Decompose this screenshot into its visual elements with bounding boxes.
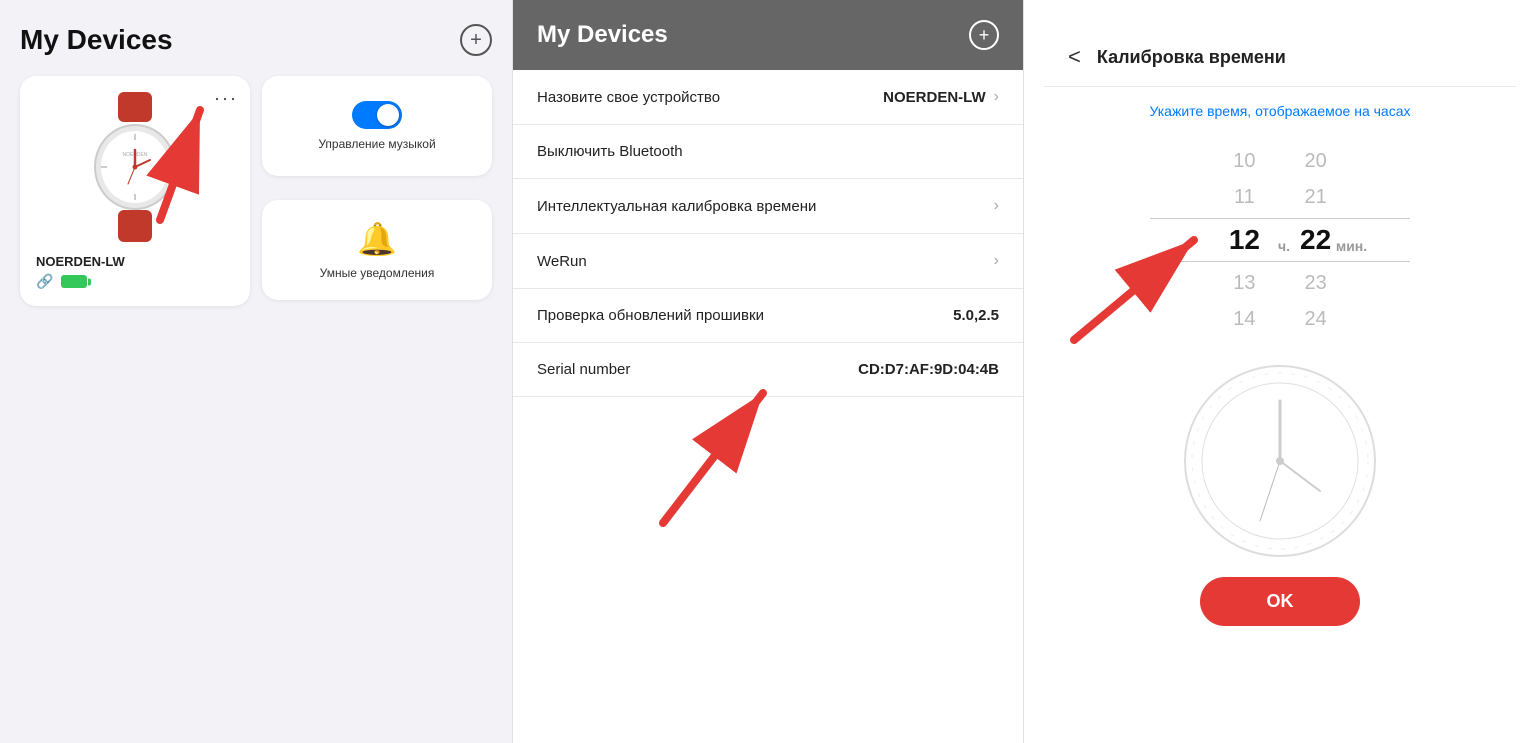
hour-10: 10: [1233, 143, 1255, 179]
music-toggle[interactable]: [352, 101, 402, 129]
minute-23: 23: [1304, 265, 1326, 301]
minute-22-selected: 22 мин.: [1300, 215, 1331, 265]
clock-face-svg: [1180, 361, 1380, 561]
panel-my-devices-1: My Devices + ···: [0, 0, 512, 743]
devices-grid: ··· NOERDEN: [20, 76, 492, 306]
panel3-header: < Калибровка времени: [1044, 24, 1516, 87]
menu-label-device-name: Назовите свое устройство: [537, 89, 720, 106]
menu-right-device-name: NOERDEN-LW ›: [883, 88, 999, 106]
bell-icon: 🔔: [357, 220, 397, 258]
minute-label: мин.: [1336, 234, 1367, 259]
dots-menu-button[interactable]: ···: [214, 88, 238, 109]
device-status: 🔗: [36, 273, 87, 290]
minute-21: 21: [1304, 179, 1326, 215]
minute-24: 24: [1304, 301, 1326, 337]
time-calibration-subtitle: Укажите время, отображаемое на часах: [1044, 87, 1516, 127]
panel2-title: My Devices: [537, 21, 668, 49]
hour-13: 13: [1233, 265, 1255, 301]
clock-face-container: [1044, 361, 1516, 561]
menu-label-time-calibration: Интеллектуальная калибровка времени: [537, 198, 816, 215]
menu-item-bluetooth[interactable]: Выключить Bluetooth: [513, 125, 1023, 179]
minute-20: 20: [1304, 143, 1326, 179]
menu-label-firmware: Проверка обновлений прошивки: [537, 307, 764, 324]
hour-12-selected: 12 ч.: [1229, 215, 1260, 265]
watch-illustration: NOERDEN: [36, 92, 234, 242]
chevron-icon-device-name: ›: [994, 88, 999, 106]
panel2-header: My Devices +: [513, 0, 1023, 70]
device-card-main[interactable]: ··· NOERDEN: [20, 76, 250, 306]
time-picker: 10 11 12 ч. 13 14 20 21 22 мин. 23 24: [1044, 135, 1516, 345]
battery-indicator: [61, 275, 87, 288]
back-button[interactable]: <: [1068, 44, 1081, 70]
panel2-add-button[interactable]: +: [969, 20, 999, 50]
menu-value-serial: CD:D7:AF:9D:04:4B: [858, 361, 999, 378]
panel-time-calibration: < Калибровка времени Укажите время, отоб…: [1024, 0, 1536, 743]
menu-item-time-calibration[interactable]: Интеллектуальная калибровка времени ›: [513, 179, 1023, 234]
link-icon: 🔗: [36, 273, 53, 290]
hours-column[interactable]: 10 11 12 ч. 13 14: [1229, 143, 1260, 337]
panel1-header: My Devices +: [20, 24, 492, 56]
ok-button[interactable]: OK: [1200, 577, 1360, 626]
chevron-icon-time-calibration: ›: [994, 197, 999, 215]
device-name-label: NOERDEN-LW: [36, 254, 125, 269]
menu-label-bluetooth: Выключить Bluetooth: [537, 143, 683, 160]
feature-cards: Управление музыкой 🔔 Умные уведомления: [262, 76, 492, 306]
hour-14: 14: [1233, 301, 1255, 337]
menu-label-serial: Serial number: [537, 361, 630, 378]
menu-item-device-name[interactable]: Назовите свое устройство NOERDEN-LW ›: [513, 70, 1023, 125]
add-device-button[interactable]: +: [460, 24, 492, 56]
panel1-title: My Devices: [20, 24, 173, 56]
menu-item-firmware[interactable]: Проверка обновлений прошивки 5.0,2.5: [513, 289, 1023, 343]
notifications-label: Умные уведомления: [320, 266, 435, 280]
music-control-card[interactable]: Управление музыкой: [262, 76, 492, 176]
menu-item-serial[interactable]: Serial number CD:D7:AF:9D:04:4B: [513, 343, 1023, 397]
music-label: Управление музыкой: [318, 137, 435, 151]
hour-label: ч.: [1278, 234, 1290, 259]
hour-11: 11: [1234, 179, 1255, 215]
menu-value-firmware: 5.0,2.5: [953, 307, 999, 324]
panel-my-devices-2: My Devices + Назовите свое устройство NO…: [512, 0, 1024, 743]
chevron-icon-werun: ›: [994, 252, 999, 270]
menu-label-werun: WeRun: [537, 253, 587, 270]
notifications-card[interactable]: 🔔 Умные уведомления: [262, 200, 492, 300]
menu-value-device-name: NOERDEN-LW: [883, 89, 986, 106]
menu-item-werun[interactable]: WeRun ›: [513, 234, 1023, 289]
minutes-column[interactable]: 20 21 22 мин. 23 24: [1300, 143, 1331, 337]
panel3-title: Калибровка времени: [1097, 47, 1286, 68]
